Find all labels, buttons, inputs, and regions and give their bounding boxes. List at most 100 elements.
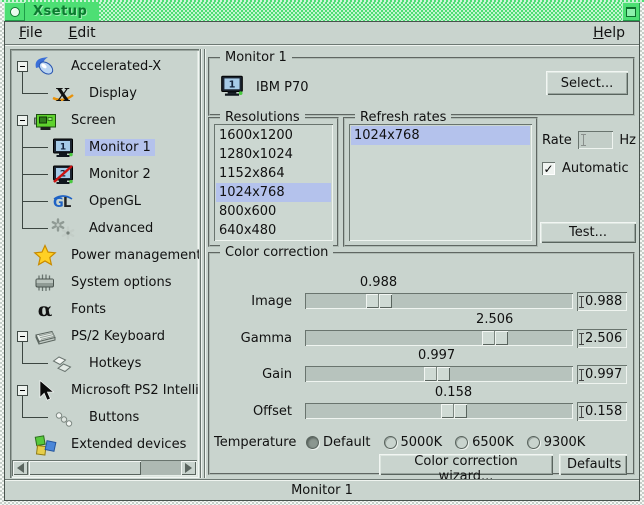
- rate-input[interactable]: [578, 131, 614, 149]
- statusbar: Monitor 1: [5, 479, 639, 500]
- menu-edit[interactable]: Edit: [62, 23, 101, 43]
- tree-item-display[interactable]: XDisplay: [12, 80, 197, 107]
- tree-horizontal-scrollbar[interactable]: [12, 460, 197, 476]
- color-correction-group-title: Color correction: [220, 245, 333, 260]
- color-correction-wizard-button[interactable]: Color correction wizard...: [379, 454, 553, 475]
- tree-item-label: Fonts: [67, 301, 110, 318]
- tree-connector: [22, 403, 23, 417]
- slider-value-input-gamma[interactable]: 2.506: [577, 329, 627, 348]
- scroll-left-button[interactable]: [13, 461, 28, 475]
- menu-help[interactable]: Help: [587, 23, 631, 43]
- radio-option-9300k[interactable]: 9300K: [527, 435, 586, 450]
- rate-label: Rate: [542, 133, 572, 148]
- scrollbar-thumb[interactable]: [29, 461, 141, 475]
- tree-item-opengl[interactable]: GLOpenGL: [12, 188, 197, 215]
- menu-file[interactable]: File: [13, 23, 48, 43]
- tree-item-ps-2-keyboard[interactable]: PS/2 Keyboard: [12, 323, 197, 350]
- radio-option-6500k[interactable]: 6500K: [455, 435, 514, 450]
- tree-item-monitor-2[interactable]: 2Monitor 2: [12, 161, 197, 188]
- radio-label: 5000K: [401, 435, 443, 450]
- list-item-800x600[interactable]: 800x600: [216, 202, 331, 221]
- monitor-name: IBM P70: [256, 80, 308, 95]
- slider-handle-image[interactable]: [366, 294, 392, 308]
- tree-item-fonts[interactable]: α Fonts: [12, 296, 197, 323]
- collapse-expander-icon[interactable]: [17, 385, 28, 396]
- tree-item-label: Hotkeys: [85, 355, 145, 372]
- tree-item-buttons[interactable]: Buttons: [12, 404, 197, 431]
- resolutions-group: Resolutions 1600x12001280x10241152x86410…: [208, 117, 339, 247]
- refresh-rates-list[interactable]: 1024x768: [349, 124, 532, 241]
- defaults-button[interactable]: Defaults: [559, 454, 627, 475]
- tree-item-accelerated-x[interactable]: Accelerated-X: [12, 53, 197, 80]
- slider-track-image[interactable]: 0.988: [305, 293, 573, 309]
- list-item-1600x1200[interactable]: 1600x1200: [216, 126, 331, 145]
- titlebar-drag-area[interactable]: [99, 2, 622, 21]
- radio-button-icon: [527, 436, 540, 449]
- collapse-expander-icon[interactable]: [17, 331, 28, 342]
- tree-item-hotkeys[interactable]: Hotkeys: [12, 350, 197, 377]
- scroll-right-button[interactable]: [181, 461, 196, 475]
- slider-track-gamma[interactable]: 2.506: [305, 330, 573, 346]
- slider-track-gain[interactable]: 0.997: [305, 366, 573, 382]
- temperature-label: Temperature: [214, 435, 306, 450]
- chip-icon: [32, 271, 58, 295]
- tree-item-extended-devices[interactable]: Extended devices: [12, 431, 197, 458]
- list-item-1024x768[interactable]: 1024x768: [351, 126, 530, 145]
- slider-track-offset[interactable]: 0.158: [305, 403, 573, 419]
- tree-item-monitor-1[interactable]: 1Monitor 1: [12, 134, 197, 161]
- menubar: File Edit Help: [5, 22, 639, 45]
- resolutions-group-title: Resolutions: [220, 110, 305, 125]
- list-item-1024x768[interactable]: 1024x768: [216, 183, 331, 202]
- slider-handle-offset[interactable]: [441, 404, 467, 418]
- tree-item-label: OpenGL: [85, 193, 145, 210]
- panel-splitter[interactable]: [200, 49, 206, 478]
- tree-item-advanced[interactable]: Advanced: [12, 215, 197, 242]
- tree-item-label: Advanced: [85, 220, 157, 237]
- slider-handle-gamma[interactable]: [482, 331, 508, 345]
- collapse-expander-icon[interactable]: [17, 61, 28, 72]
- tree-item-label: Screen: [67, 112, 120, 129]
- tree-item-power-management[interactable]: Power management: [12, 242, 197, 269]
- tree-connector: [22, 417, 48, 418]
- slider-label-image: Image: [214, 294, 292, 309]
- slider-value-input-gain[interactable]: 0.997: [577, 365, 627, 384]
- collapse-expander-icon[interactable]: [17, 115, 28, 126]
- tree-item-label: Power management: [67, 247, 199, 264]
- window-menu-button[interactable]: [4, 2, 25, 21]
- tree-connector: [22, 228, 48, 229]
- slider-handle-gain[interactable]: [424, 367, 450, 381]
- slider-value-input-image[interactable]: 0.988: [577, 292, 627, 311]
- radio-option-default[interactable]: Default: [306, 435, 371, 450]
- slider-row-image: Image 0.9880.988: [214, 292, 627, 312]
- screen-card-icon: [32, 109, 58, 133]
- keyboard-icon: [32, 325, 58, 349]
- window-title: Xsetup: [25, 2, 99, 21]
- tree-item-label: Display: [85, 85, 141, 102]
- test-button[interactable]: Test...: [540, 222, 636, 243]
- tree-item-system-options[interactable]: System options: [12, 269, 197, 296]
- slider-row-offset: Offset0.1580.158: [214, 402, 627, 422]
- automatic-label: Automatic: [562, 161, 629, 176]
- tree-item-microsoft-ps2-intellimouse[interactable]: Microsoft PS2 IntelliMouse: [12, 377, 197, 404]
- text-cursor: [579, 296, 584, 308]
- monitor-group: Monitor 1 1 IBM P70 Select...: [208, 57, 635, 116]
- resolutions-list[interactable]: 1600x12001280x10241152x8641024x768800x60…: [214, 124, 333, 241]
- slider-value-input-offset[interactable]: 0.158: [577, 402, 627, 421]
- svg-text:α: α: [38, 299, 53, 321]
- select-monitor-button[interactable]: Select...: [546, 71, 628, 95]
- list-item-1280x1024[interactable]: 1280x1024: [216, 145, 331, 164]
- tree-connector: [22, 349, 23, 363]
- automatic-checkbox[interactable]: ✓: [542, 162, 555, 175]
- list-item-640x480[interactable]: 640x480: [216, 221, 331, 240]
- tree-item-screen[interactable]: Screen: [12, 107, 197, 134]
- radio-label: Default: [323, 435, 371, 450]
- tree-connector: [22, 363, 48, 364]
- tree-item-label: Extended devices: [67, 436, 190, 453]
- tree: Accelerated-XXDisplay Screen 1Monitor 12Mo…: [12, 53, 197, 458]
- list-item-1152x864[interactable]: 1152x864: [216, 164, 331, 183]
- text-cursor: [581, 134, 586, 146]
- svg-text:1: 1: [229, 80, 236, 91]
- radio-option-5000k[interactable]: 5000K: [384, 435, 443, 450]
- tree-connector: [22, 79, 23, 93]
- maximize-button[interactable]: [622, 2, 640, 21]
